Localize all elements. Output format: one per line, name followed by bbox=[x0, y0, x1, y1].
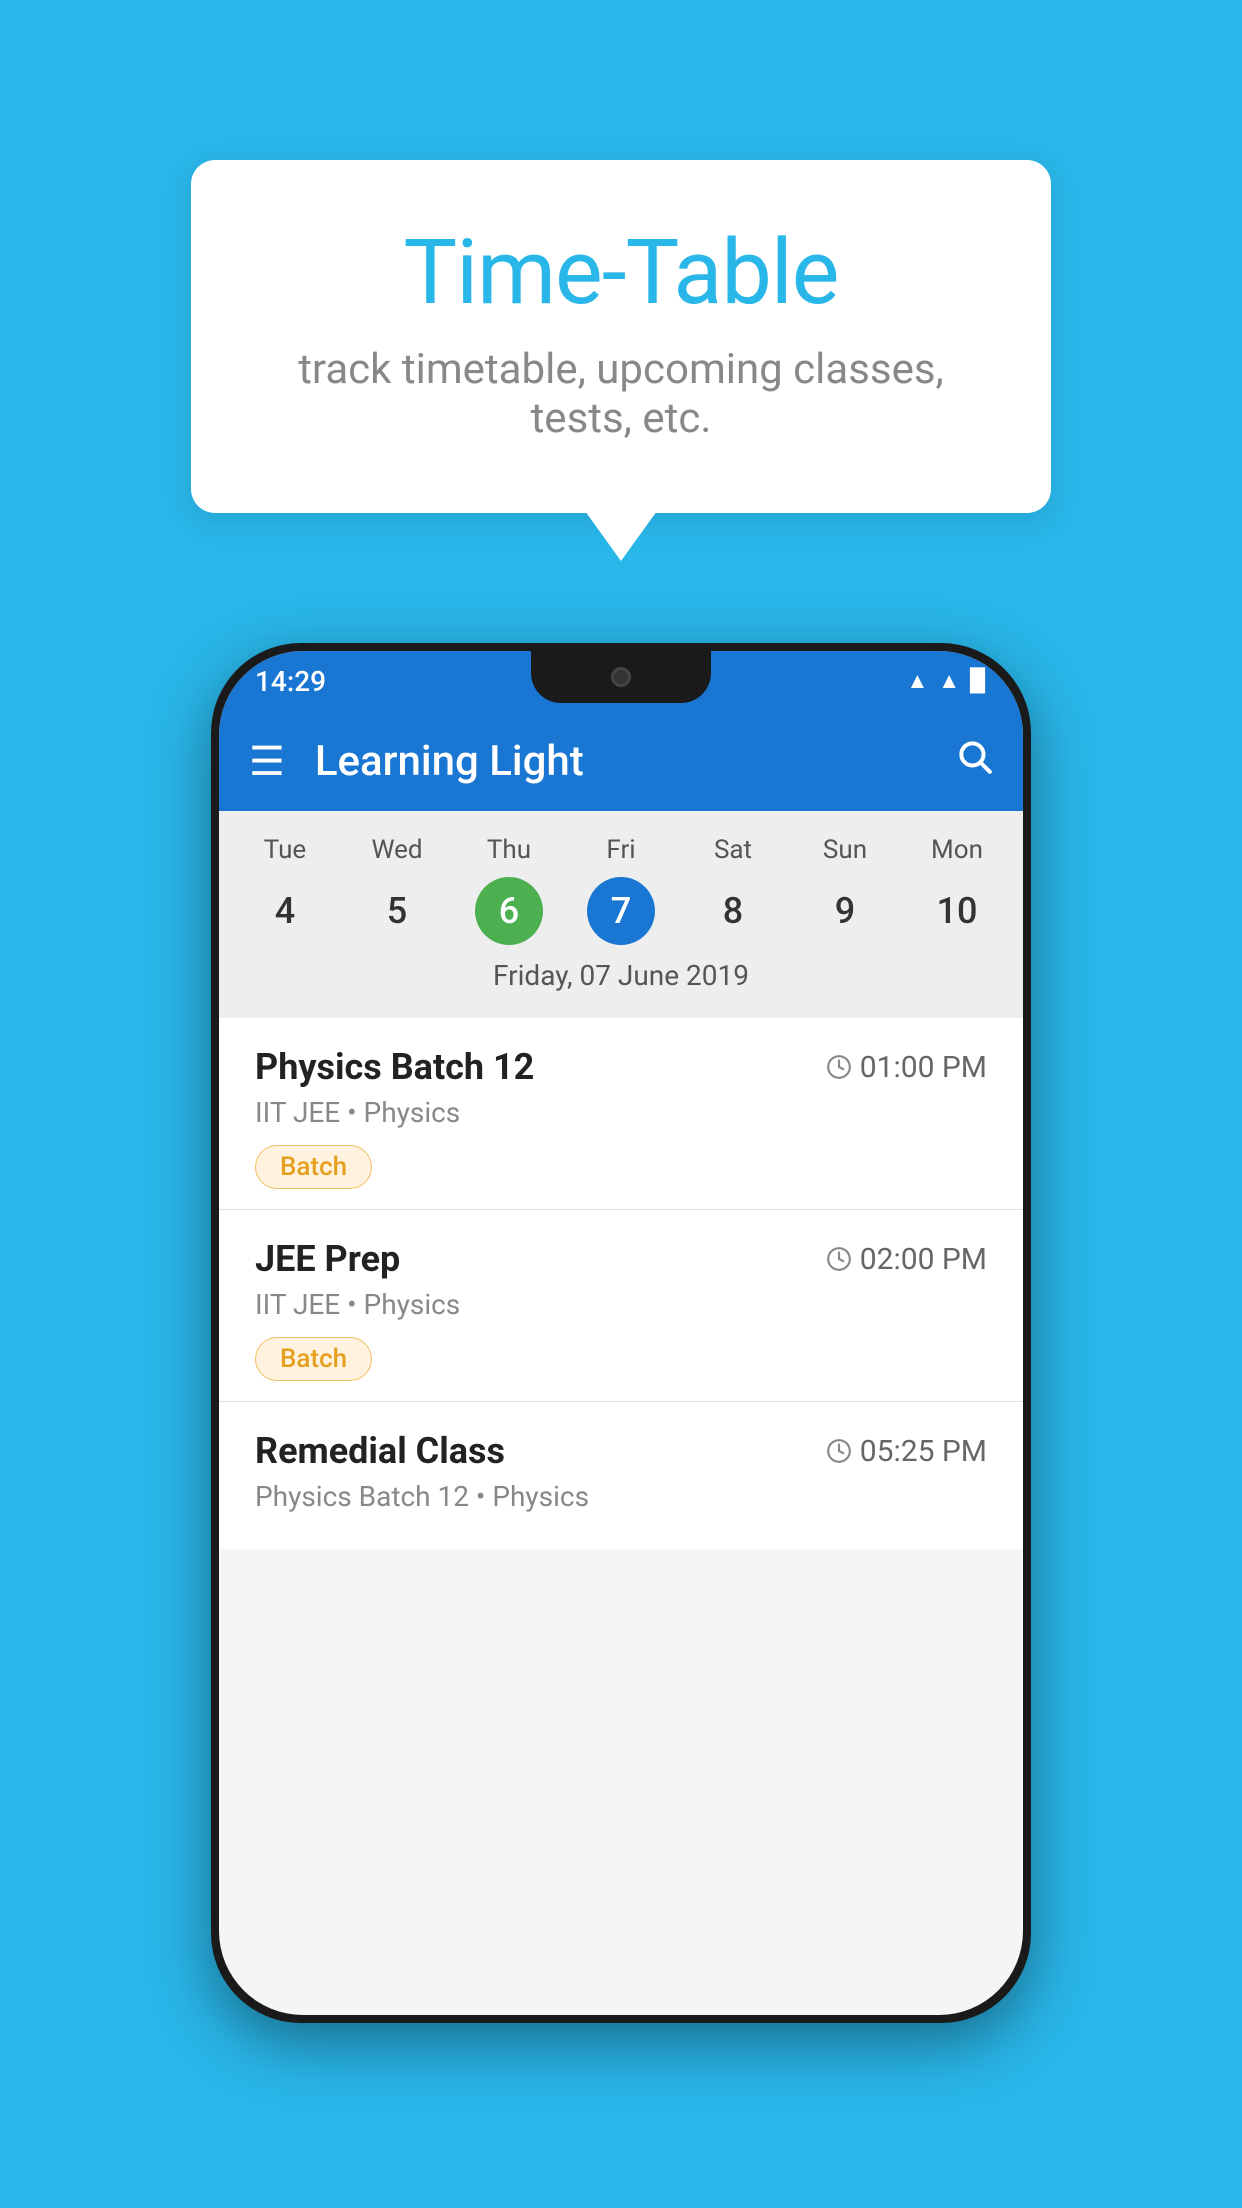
phone-screen: 14:29 ▲ ▲ ▉ ☰ Learning Light bbox=[219, 651, 1023, 2015]
batch-badge-1: Batch bbox=[255, 1145, 372, 1189]
day-headers: Tue Wed Thu Fri Sat Sun Mon bbox=[229, 831, 1013, 869]
class-item-3[interactable]: Remedial Class 05:25 PM Physics Batch 12… bbox=[219, 1402, 1023, 1549]
battery-icon: ▉ bbox=[970, 669, 987, 694]
bubble-subtitle: track timetable, upcoming classes, tests… bbox=[271, 345, 971, 443]
phone-frame: 14:29 ▲ ▲ ▉ ☰ Learning Light bbox=[211, 643, 1031, 2023]
wifi-icon: ▲ bbox=[907, 668, 929, 694]
class-item-2[interactable]: JEE Prep 02:00 PM IIT JEE • Physics Batc… bbox=[219, 1210, 1023, 1402]
day-4[interactable]: 4 bbox=[251, 877, 319, 945]
app-title: Learning Light bbox=[315, 737, 925, 786]
day-header-fri: Fri bbox=[565, 831, 677, 869]
class-item-1[interactable]: Physics Batch 12 01:00 PM IIT JEE • Phys… bbox=[219, 1018, 1023, 1210]
class-name-3: Remedial Class bbox=[255, 1430, 505, 1472]
speech-bubble: Time-Table track timetable, upcoming cla… bbox=[191, 160, 1051, 513]
day-header-mon: Mon bbox=[901, 831, 1013, 869]
menu-icon[interactable]: ☰ bbox=[249, 738, 285, 785]
class-item-3-header: Remedial Class 05:25 PM bbox=[255, 1430, 987, 1472]
bubble-title: Time-Table bbox=[271, 220, 971, 325]
class-subtitle-2: IIT JEE • Physics bbox=[255, 1288, 987, 1321]
class-list: Physics Batch 12 01:00 PM IIT JEE • Phys… bbox=[219, 1018, 1023, 1549]
batch-badge-2: Batch bbox=[255, 1337, 372, 1381]
class-item-2-header: JEE Prep 02:00 PM bbox=[255, 1238, 987, 1280]
class-time-1: 01:00 PM bbox=[826, 1050, 987, 1085]
day-6-today[interactable]: 6 bbox=[475, 877, 543, 945]
day-10[interactable]: 10 bbox=[923, 877, 991, 945]
day-header-sun: Sun bbox=[789, 831, 901, 869]
search-icon[interactable] bbox=[955, 737, 993, 785]
day-header-sat: Sat bbox=[677, 831, 789, 869]
day-8[interactable]: 8 bbox=[699, 877, 767, 945]
camera bbox=[611, 667, 631, 687]
class-name-2: JEE Prep bbox=[255, 1238, 400, 1280]
app-bar: ☰ Learning Light bbox=[219, 711, 1023, 811]
phone-mockup: 14:29 ▲ ▲ ▉ ☰ Learning Light bbox=[211, 643, 1031, 2023]
class-item-1-header: Physics Batch 12 01:00 PM bbox=[255, 1046, 987, 1088]
day-5[interactable]: 5 bbox=[363, 877, 431, 945]
phone-notch bbox=[531, 651, 711, 703]
class-time-2: 02:00 PM bbox=[826, 1242, 987, 1277]
day-numbers: 4 5 6 7 8 9 10 bbox=[229, 877, 1013, 945]
status-icons: ▲ ▲ ▉ bbox=[907, 668, 987, 694]
status-time: 14:29 bbox=[255, 665, 326, 698]
day-9[interactable]: 9 bbox=[811, 877, 879, 945]
selected-date: Friday, 07 June 2019 bbox=[229, 945, 1013, 1008]
day-header-tue: Tue bbox=[229, 831, 341, 869]
class-time-3: 05:25 PM bbox=[826, 1434, 987, 1469]
day-header-thu: Thu bbox=[453, 831, 565, 869]
day-7-selected[interactable]: 7 bbox=[587, 877, 655, 945]
class-subtitle-1: IIT JEE • Physics bbox=[255, 1096, 987, 1129]
class-name-1: Physics Batch 12 bbox=[255, 1046, 534, 1088]
signal-icon: ▲ bbox=[938, 668, 960, 694]
class-subtitle-3: Physics Batch 12 • Physics bbox=[255, 1480, 987, 1513]
day-header-wed: Wed bbox=[341, 831, 453, 869]
calendar-strip: Tue Wed Thu Fri Sat Sun Mon 4 5 6 7 8 9 … bbox=[219, 811, 1023, 1018]
